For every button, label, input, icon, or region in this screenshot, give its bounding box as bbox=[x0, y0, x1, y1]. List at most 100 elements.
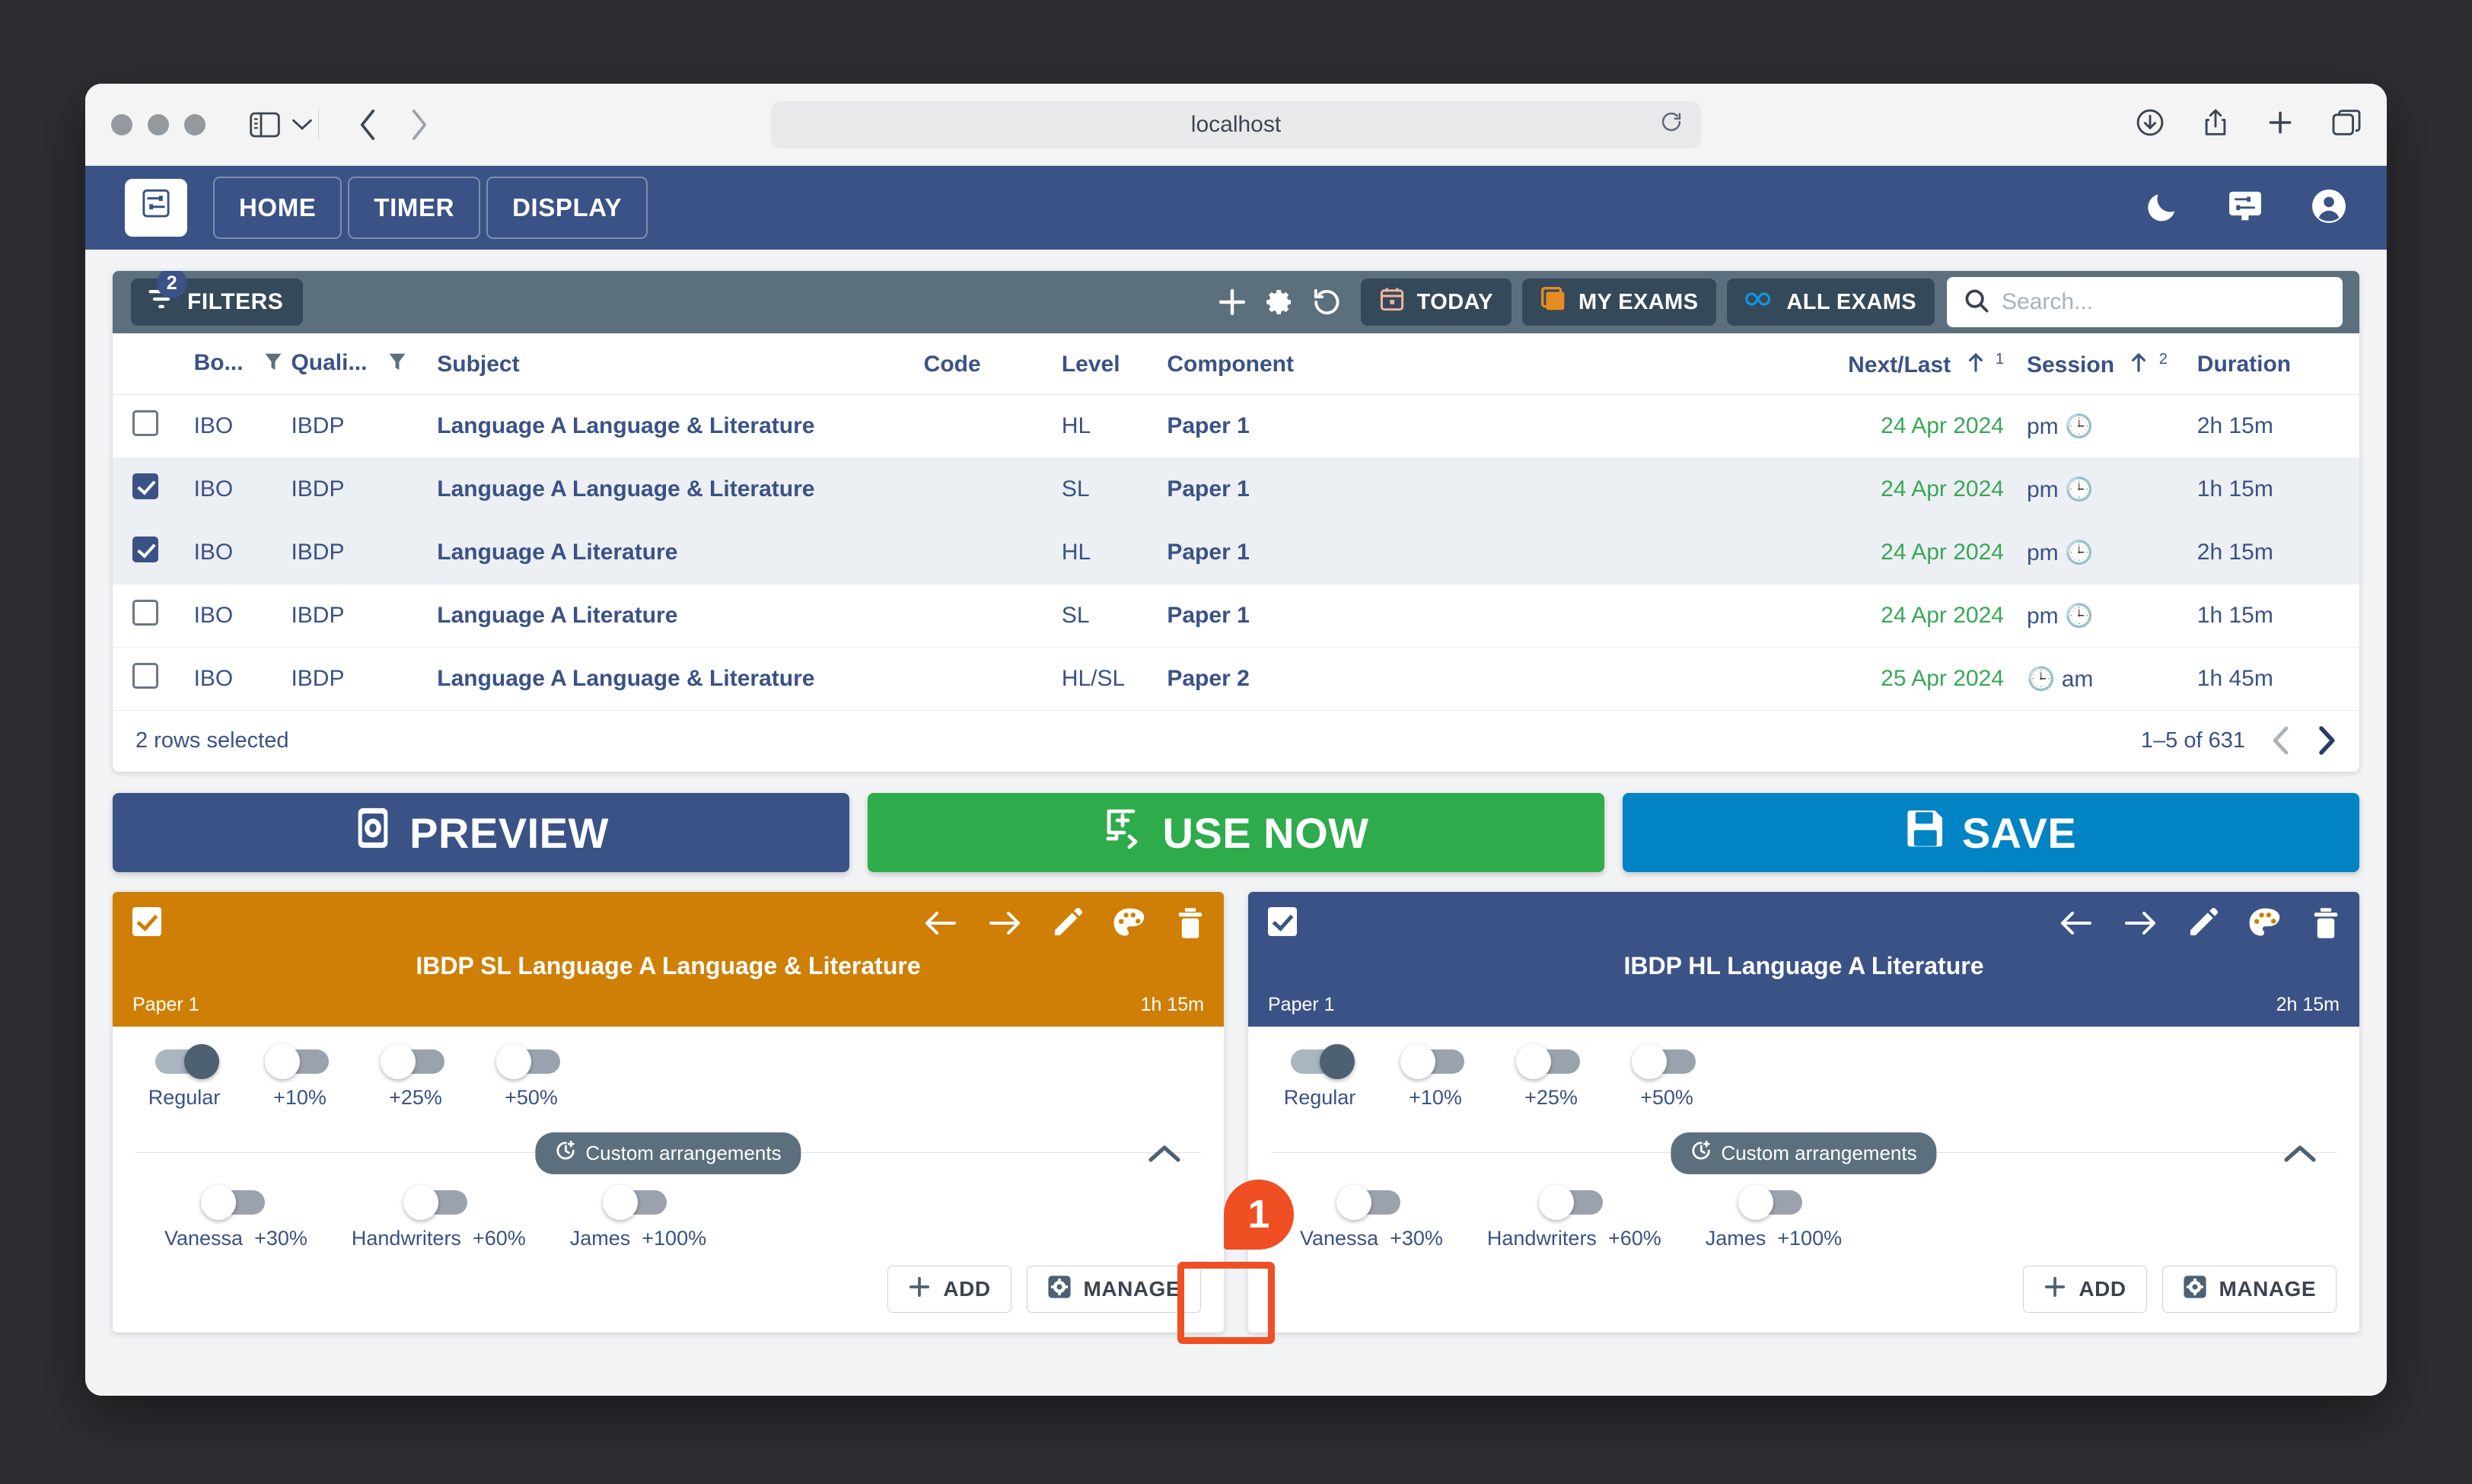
download-icon[interactable] bbox=[2136, 108, 2165, 141]
share-icon[interactable] bbox=[2203, 108, 2228, 141]
forward-arrow-icon[interactable] bbox=[410, 109, 428, 140]
column-header-session[interactable]: Session 2 bbox=[2026, 333, 2197, 395]
nav-item-display[interactable]: DISPLAY bbox=[486, 177, 648, 239]
chevron-down-icon[interactable] bbox=[292, 118, 312, 132]
search-box[interactable] bbox=[1947, 277, 2343, 327]
custom-arrangement-toggle[interactable]: Vanessa +30% bbox=[1300, 1185, 1443, 1250]
filters-button[interactable]: FILTERS 2 bbox=[131, 271, 304, 326]
table-row[interactable]: IBO IBDP Language A Language & Literature S… bbox=[113, 457, 2359, 521]
duration-toggle[interactable]: +25% bbox=[381, 1044, 448, 1110]
close-window-button[interactable] bbox=[111, 113, 132, 135]
toggle-switch[interactable] bbox=[200, 1185, 265, 1220]
manage-button[interactable]: MANAGE bbox=[1026, 1266, 1201, 1313]
row-checkbox[interactable] bbox=[132, 473, 158, 499]
my-exams-button[interactable]: MY EXAMS bbox=[1521, 279, 1717, 326]
window-controls[interactable] bbox=[111, 113, 205, 135]
duration-toggle[interactable]: +50% bbox=[1632, 1044, 1699, 1110]
palette-icon[interactable] bbox=[1113, 907, 1146, 943]
toggle-switch[interactable] bbox=[403, 1185, 468, 1220]
duration-toggle[interactable]: +25% bbox=[1516, 1044, 1583, 1110]
table-row[interactable]: IBO IBDP Language A Language & Literature H… bbox=[113, 647, 2359, 711]
toggle-switch[interactable] bbox=[1632, 1044, 1696, 1079]
preview-button[interactable]: PREVIEW bbox=[113, 793, 849, 872]
toggle-switch[interactable] bbox=[1539, 1185, 1604, 1220]
new-tab-icon[interactable] bbox=[2267, 109, 2294, 140]
card-select-checkbox[interactable] bbox=[1268, 907, 1297, 936]
table-row[interactable]: IBO IBDP Language A Literature HL Paper 1 24 … bbox=[113, 521, 2359, 584]
custom-arrangement-toggle[interactable]: Handwriters +60% bbox=[1487, 1185, 1661, 1250]
arrow-left-icon[interactable] bbox=[2059, 909, 2093, 941]
next-page-button[interactable] bbox=[2317, 726, 2337, 755]
arrow-right-icon[interactable] bbox=[988, 909, 1021, 941]
edit-icon[interactable] bbox=[2187, 907, 2219, 942]
duration-toggle[interactable]: Regular bbox=[148, 1044, 220, 1110]
column-header-component[interactable]: Component bbox=[1167, 333, 1784, 395]
table-row[interactable]: IBO IBDP Language A Language & Literature H… bbox=[113, 394, 2359, 458]
duration-toggle[interactable]: +50% bbox=[496, 1044, 563, 1110]
back-arrow-icon[interactable] bbox=[358, 109, 377, 140]
toggle-switch[interactable] bbox=[1336, 1185, 1400, 1220]
custom-arrangement-toggle[interactable]: Vanessa +30% bbox=[164, 1185, 307, 1250]
add-button[interactable]: ADD bbox=[887, 1266, 1011, 1313]
row-checkbox[interactable] bbox=[132, 663, 158, 689]
search-input[interactable] bbox=[2002, 289, 2326, 315]
toggle-switch[interactable] bbox=[265, 1044, 329, 1079]
row-checkbox-cell[interactable] bbox=[113, 394, 194, 458]
card-select-checkbox[interactable] bbox=[132, 907, 161, 936]
address-bar[interactable]: localhost bbox=[771, 100, 1701, 148]
collapse-button[interactable] bbox=[1137, 1128, 1192, 1180]
column-header-level[interactable]: Level bbox=[1061, 333, 1168, 395]
filter-funnel-icon[interactable] bbox=[263, 352, 283, 379]
filter-funnel-icon[interactable] bbox=[387, 352, 407, 379]
column-header-code[interactable]: Code bbox=[923, 333, 1062, 395]
delete-icon[interactable] bbox=[2312, 907, 2340, 943]
toggle-switch[interactable] bbox=[1738, 1185, 1803, 1220]
settings-gear-button[interactable] bbox=[1256, 279, 1303, 326]
column-header-subject[interactable]: Subject bbox=[437, 333, 924, 395]
toggle-switch[interactable] bbox=[496, 1044, 560, 1079]
row-checkbox-cell[interactable] bbox=[113, 584, 194, 648]
maximize-window-button[interactable] bbox=[184, 113, 205, 135]
toggle-switch[interactable] bbox=[381, 1044, 444, 1079]
row-checkbox[interactable] bbox=[132, 410, 158, 436]
row-checkbox-cell[interactable] bbox=[113, 647, 194, 711]
column-header-duration[interactable]: Duration bbox=[2196, 333, 2359, 395]
toggle-switch[interactable] bbox=[603, 1185, 667, 1220]
nav-item-home[interactable]: HOME bbox=[213, 177, 342, 239]
arrow-left-icon[interactable] bbox=[924, 909, 957, 941]
duration-toggle[interactable]: +10% bbox=[1400, 1044, 1467, 1110]
row-checkbox[interactable] bbox=[132, 537, 158, 562]
add-button[interactable]: ADD bbox=[2023, 1266, 2147, 1313]
arrow-right-icon[interactable] bbox=[2123, 909, 2157, 941]
duration-toggle[interactable]: Regular bbox=[1284, 1044, 1355, 1110]
row-checkbox-cell[interactable] bbox=[113, 521, 194, 584]
custom-arrangement-toggle[interactable]: Handwriters +60% bbox=[352, 1185, 526, 1250]
toggle-switch[interactable] bbox=[1516, 1044, 1580, 1079]
column-header-next-last[interactable]: Next/Last 1 bbox=[1783, 333, 2027, 395]
collapse-button[interactable] bbox=[2273, 1128, 2327, 1180]
row-checkbox[interactable] bbox=[132, 600, 158, 626]
all-exams-button[interactable]: ALL EXAMS bbox=[1727, 279, 1935, 326]
today-button[interactable]: TODAY bbox=[1360, 279, 1512, 326]
custom-arrangement-toggle[interactable]: James +100% bbox=[1706, 1185, 1842, 1250]
tab-overview-icon[interactable] bbox=[2332, 110, 2361, 139]
save-button[interactable]: SAVE bbox=[1623, 793, 2359, 872]
account-icon[interactable] bbox=[2311, 188, 2347, 228]
use-now-button[interactable]: USE NOW bbox=[868, 793, 1604, 872]
previous-page-button[interactable] bbox=[2271, 726, 2291, 755]
table-row[interactable]: IBO IBDP Language A Literature SL Paper 1 24 … bbox=[113, 584, 2359, 648]
column-header-board[interactable]: Bo... bbox=[193, 333, 291, 395]
add-exam-button[interactable] bbox=[1209, 279, 1256, 326]
duration-toggle[interactable]: +10% bbox=[265, 1044, 332, 1110]
edit-icon[interactable] bbox=[1052, 907, 1083, 942]
row-checkbox-cell[interactable] bbox=[113, 457, 194, 521]
custom-arrangement-toggle[interactable]: James +100% bbox=[570, 1185, 706, 1250]
reset-button[interactable] bbox=[1303, 279, 1350, 326]
minimize-window-button[interactable] bbox=[148, 113, 169, 135]
reload-icon[interactable] bbox=[1660, 110, 1683, 139]
palette-icon[interactable] bbox=[2248, 907, 2282, 943]
sidebar-icon[interactable] bbox=[250, 112, 280, 138]
column-header-qualification[interactable]: Quali... bbox=[291, 333, 438, 395]
moon-icon[interactable] bbox=[2145, 189, 2180, 228]
delete-icon[interactable] bbox=[1177, 907, 1204, 943]
